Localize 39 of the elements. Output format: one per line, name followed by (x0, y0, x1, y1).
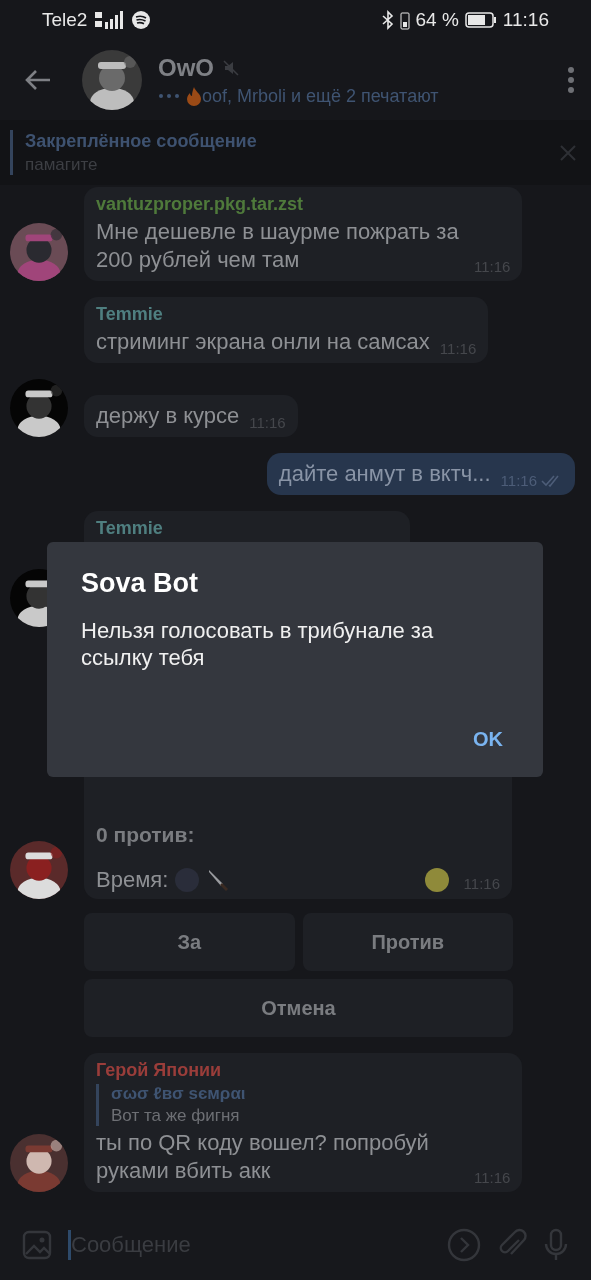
keyboard-button[interactable]: Против (302, 913, 513, 971)
bluetooth-icon (381, 10, 394, 30)
microphone-icon[interactable] (543, 1228, 569, 1262)
dialog-title: Sova Bot (81, 568, 200, 599)
reply-sender: σωσ ℓвσ ѕємραι (111, 1084, 247, 1104)
keyboard-button[interactable]: Отмена (84, 979, 513, 1037)
more-menu-icon[interactable] (567, 66, 575, 94)
back-button[interactable] (24, 68, 52, 92)
vote-tally: 0 против: (96, 823, 196, 847)
close-icon[interactable] (559, 143, 577, 162)
ok-button[interactable]: OK (465, 720, 511, 759)
chat-title: OwO (158, 53, 214, 82)
sender-name: vantuzproper.pkg.tar.zst (96, 194, 305, 215)
typing-status: oof, Mrboli и ещё 2 печатают (202, 85, 439, 107)
fire-icon (186, 86, 202, 106)
reply-quote[interactable]: σωσ ℓвσ ѕємραι Вот та же фигня (96, 1084, 511, 1126)
sender-name: Temmie (96, 304, 164, 325)
clock: 11:16 (502, 9, 549, 31)
message-text: стриминг экрана онли на самсах (96, 328, 430, 356)
message-text: ты по QR коду вошел? попробуй руками вбить акк (96, 1129, 430, 1185)
message-text: держу в курсе (96, 402, 240, 430)
typing-dots-icon (158, 93, 180, 99)
sender-name: Temmie (96, 518, 164, 539)
carrier-name: Tele2 (42, 9, 88, 31)
signal-icon (93, 10, 126, 30)
battery-icon (464, 12, 497, 28)
battery-saver-icon (399, 10, 410, 30)
battery-percent: 64 % (415, 9, 459, 31)
music-app-icon (131, 10, 152, 30)
bot-commands-icon[interactable] (447, 1228, 481, 1262)
reply-text: Вот та же фигня (111, 1106, 241, 1126)
message-text: дайте анмут в вктч... (278, 460, 491, 488)
image-icon[interactable] (22, 1230, 52, 1260)
pinned-title: Закреплённое сообщение (25, 130, 258, 152)
message-text: Мне дешевле в шаурме пожрать за 200 рублей чем там (96, 218, 460, 274)
dialog-message: Нельзя голосовать в трибунале за ссылку тебя (81, 617, 435, 671)
time-label: Время: (96, 867, 169, 893)
sender-name: Герой Японии (96, 1060, 223, 1081)
keyboard-button[interactable]: За (84, 913, 295, 971)
